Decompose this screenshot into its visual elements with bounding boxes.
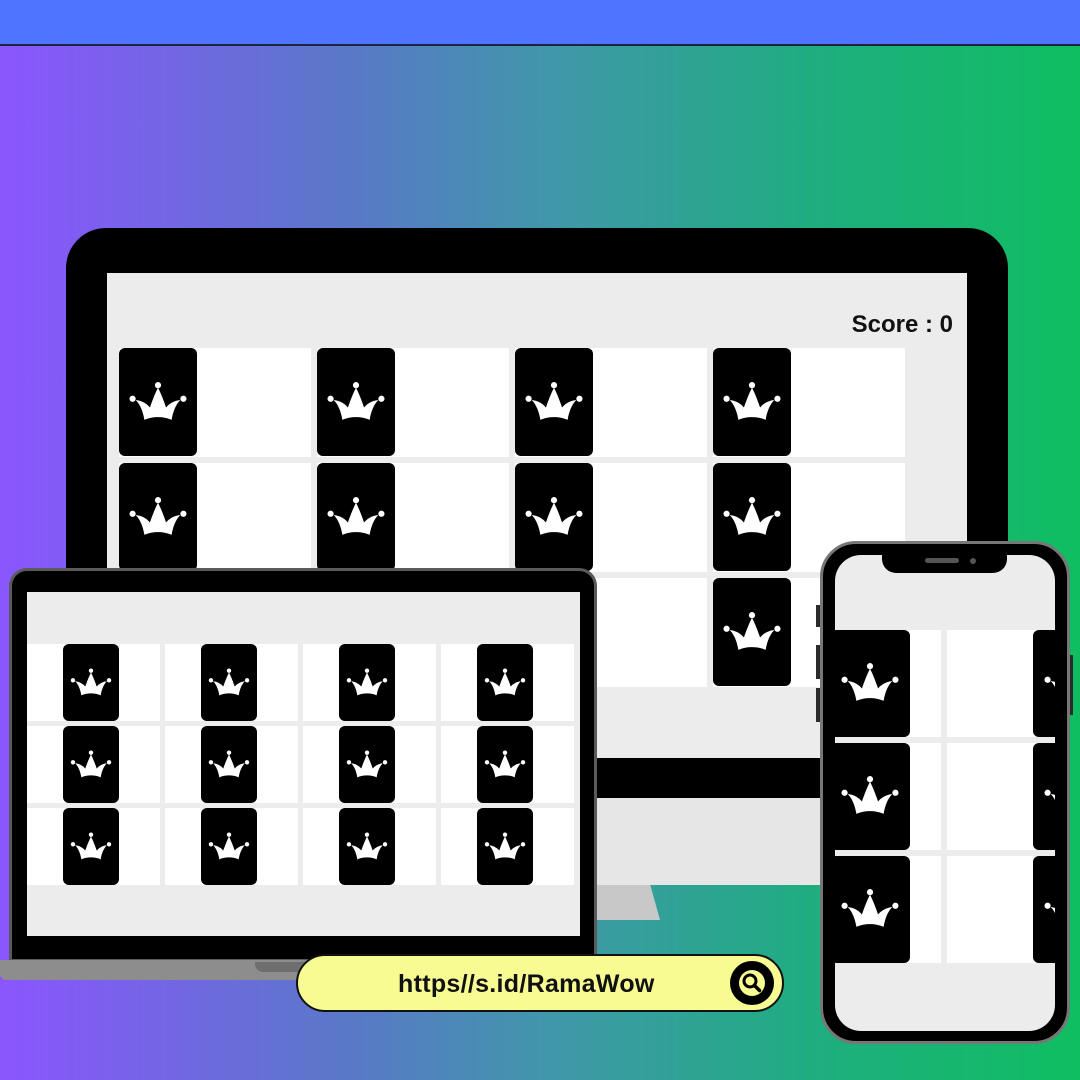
url-text: https//s.id/RamaWow xyxy=(398,970,655,998)
card-slot xyxy=(27,644,160,721)
face-down-card[interactable] xyxy=(835,630,910,737)
face-down-card[interactable] xyxy=(119,348,197,456)
score-label: Score : 0 xyxy=(851,311,953,338)
face-down-card[interactable] xyxy=(201,644,257,721)
jester-crown-icon xyxy=(841,776,899,814)
face-down-card[interactable] xyxy=(713,463,791,571)
jester-crown-icon xyxy=(1044,902,1055,914)
jester-crown-icon xyxy=(346,667,388,695)
card-slot xyxy=(515,463,707,572)
card-slot xyxy=(27,808,160,885)
face-down-card[interactable] xyxy=(477,808,533,885)
card-slot xyxy=(303,726,436,803)
card-grid xyxy=(835,630,1055,963)
phone-notch xyxy=(882,553,1007,573)
jester-crown-icon xyxy=(525,381,583,420)
laptop-game-screen xyxy=(27,592,580,936)
card-slot xyxy=(303,644,436,721)
face-down-card[interactable] xyxy=(63,726,119,803)
jester-crown-icon xyxy=(327,381,385,420)
search-button[interactable] xyxy=(730,961,774,1005)
card-slot xyxy=(165,726,298,803)
card-slot xyxy=(119,463,311,572)
card-slot xyxy=(835,743,941,850)
jester-crown-icon xyxy=(129,496,187,535)
face-down-card[interactable] xyxy=(201,808,257,885)
face-down-card[interactable] xyxy=(1033,743,1055,850)
face-down-card[interactable] xyxy=(477,726,533,803)
card-slot xyxy=(515,348,707,457)
face-down-card[interactable] xyxy=(713,348,791,456)
jester-crown-icon xyxy=(484,749,526,777)
jester-crown-icon xyxy=(70,831,112,859)
jester-crown-icon xyxy=(346,831,388,859)
card-slot xyxy=(119,348,311,457)
jester-crown-icon xyxy=(1044,789,1055,801)
card-slot xyxy=(317,348,509,457)
phone-speaker xyxy=(925,558,959,563)
card-slot xyxy=(947,743,1055,850)
jester-crown-icon xyxy=(70,667,112,695)
phone-camera xyxy=(970,558,976,564)
face-down-card[interactable] xyxy=(339,726,395,803)
jester-crown-icon xyxy=(70,749,112,777)
jester-crown-icon xyxy=(129,381,187,420)
face-down-card[interactable] xyxy=(1033,856,1055,963)
face-down-card[interactable] xyxy=(713,578,791,686)
jester-crown-icon xyxy=(723,381,781,420)
jester-crown-icon xyxy=(208,667,250,695)
url-bar[interactable]: https//s.id/RamaWow xyxy=(296,954,784,1012)
jester-crown-icon xyxy=(484,831,526,859)
phone-game-screen xyxy=(835,555,1055,1031)
face-down-card[interactable] xyxy=(201,726,257,803)
jester-crown-icon xyxy=(1044,676,1055,688)
card-slot xyxy=(303,808,436,885)
jester-crown-icon xyxy=(327,496,385,535)
jester-crown-icon xyxy=(723,611,781,650)
card-slot xyxy=(441,808,574,885)
card-slot xyxy=(165,644,298,721)
card-slot xyxy=(947,630,1055,737)
face-down-card[interactable] xyxy=(339,644,395,721)
card-slot xyxy=(165,808,298,885)
top-banner xyxy=(0,0,1080,46)
card-grid xyxy=(27,644,574,885)
card-slot xyxy=(441,726,574,803)
jester-crown-icon xyxy=(484,667,526,695)
card-slot xyxy=(27,726,160,803)
jester-crown-icon xyxy=(841,889,899,927)
face-down-card[interactable] xyxy=(119,463,197,571)
jester-crown-icon xyxy=(208,831,250,859)
card-slot xyxy=(947,856,1055,963)
card-slot xyxy=(713,348,905,457)
face-down-card[interactable] xyxy=(339,808,395,885)
card-slot xyxy=(441,644,574,721)
jester-crown-icon xyxy=(525,496,583,535)
jester-crown-icon xyxy=(723,496,781,535)
face-down-card[interactable] xyxy=(515,463,593,571)
face-down-card[interactable] xyxy=(317,348,395,456)
face-down-card[interactable] xyxy=(515,348,593,456)
face-down-card[interactable] xyxy=(317,463,395,571)
face-down-card[interactable] xyxy=(63,808,119,885)
face-down-card[interactable] xyxy=(835,743,910,850)
face-down-card[interactable] xyxy=(477,644,533,721)
jester-crown-icon xyxy=(346,749,388,777)
face-down-card[interactable] xyxy=(63,644,119,721)
card-slot xyxy=(835,856,941,963)
face-down-card[interactable] xyxy=(1033,630,1055,737)
card-slot xyxy=(317,463,509,572)
card-slot xyxy=(835,630,941,737)
jester-crown-icon xyxy=(841,663,899,701)
search-icon xyxy=(739,970,765,996)
face-down-card[interactable] xyxy=(835,856,910,963)
jester-crown-icon xyxy=(208,749,250,777)
